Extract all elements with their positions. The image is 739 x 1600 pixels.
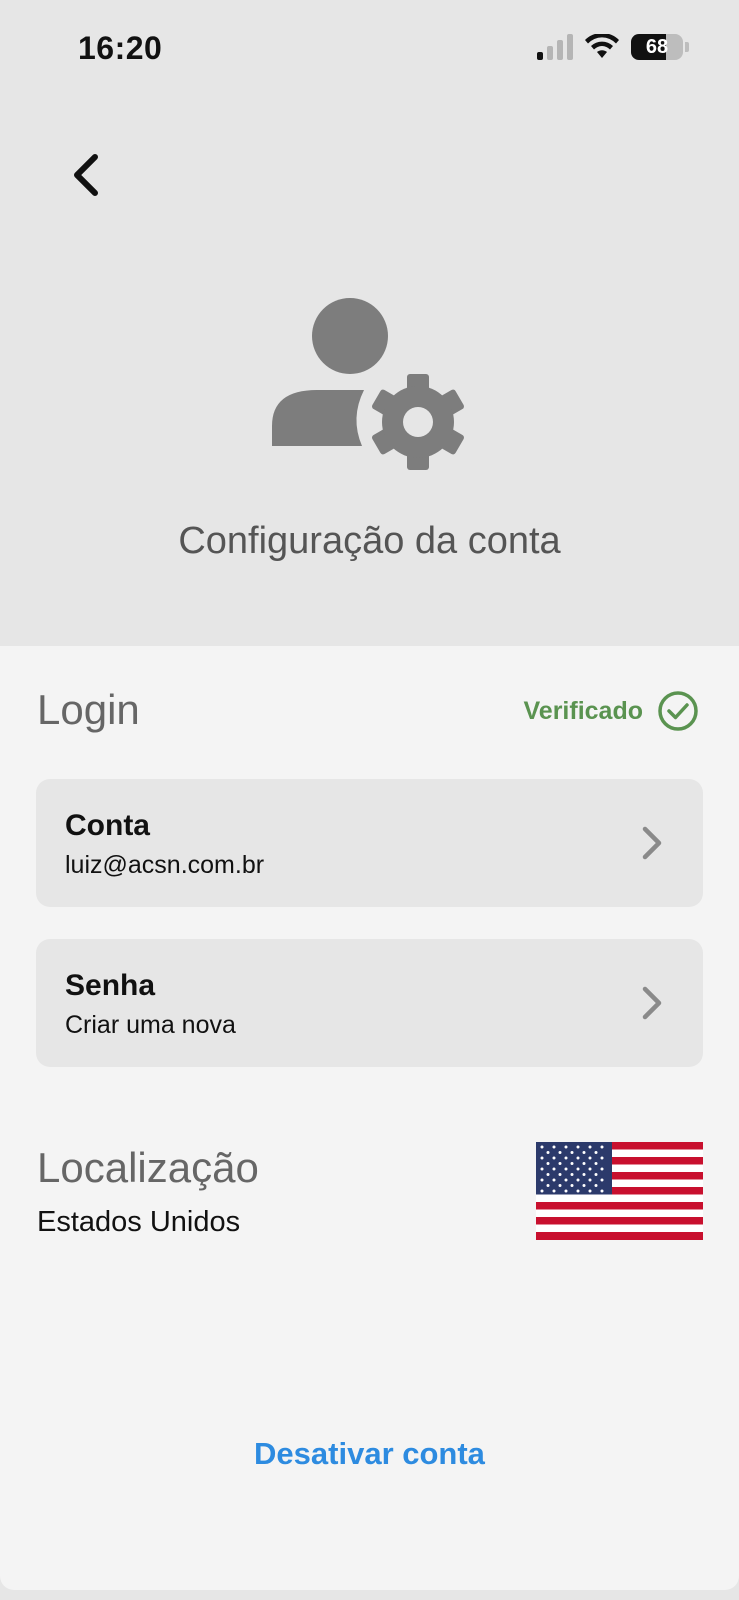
cellular-signal-icon [537,34,573,60]
password-card-subtitle: Criar uma nova [65,1011,236,1039]
status-icons: 68 [537,34,689,60]
account-email: luiz@acsn.com.br [65,851,265,879]
chevron-right-icon [642,986,662,1020]
account-card-title: Conta [65,809,150,842]
location-value: Estados Unidos [37,1206,241,1238]
login-section-title: Login [37,686,140,733]
header: 16:20 68 Configuração da conta [0,0,739,646]
account-card[interactable]: Conta luiz@acsn.com.br [36,779,703,907]
verified-badge: Verificado [524,690,700,732]
password-card[interactable]: Senha Criar uma nova [36,939,703,1067]
status-time: 16:20 [78,30,163,66]
wifi-icon [585,34,619,58]
password-card-title: Senha [65,969,156,1002]
account-settings-screen: 16:20 68 Configuração da conta Login Ver… [0,0,739,1600]
us-flag-icon[interactable] [536,1142,703,1240]
deactivate-account-button[interactable]: Desativar conta [0,1436,739,1472]
battery-icon: 68 [631,34,683,60]
settings-content: Login Verificado Conta luiz@acsn.com.br … [0,646,739,1590]
back-button[interactable] [60,145,112,205]
chevron-right-icon [642,826,662,860]
user-settings-icon [272,298,464,470]
chevron-left-icon [74,154,98,196]
page-title: Configuração da conta [178,520,561,562]
location-section-title: Localização [37,1144,259,1191]
verified-label: Verificado [523,696,644,725]
battery-level: 68 [645,35,669,58]
check-circle-icon [658,691,698,731]
